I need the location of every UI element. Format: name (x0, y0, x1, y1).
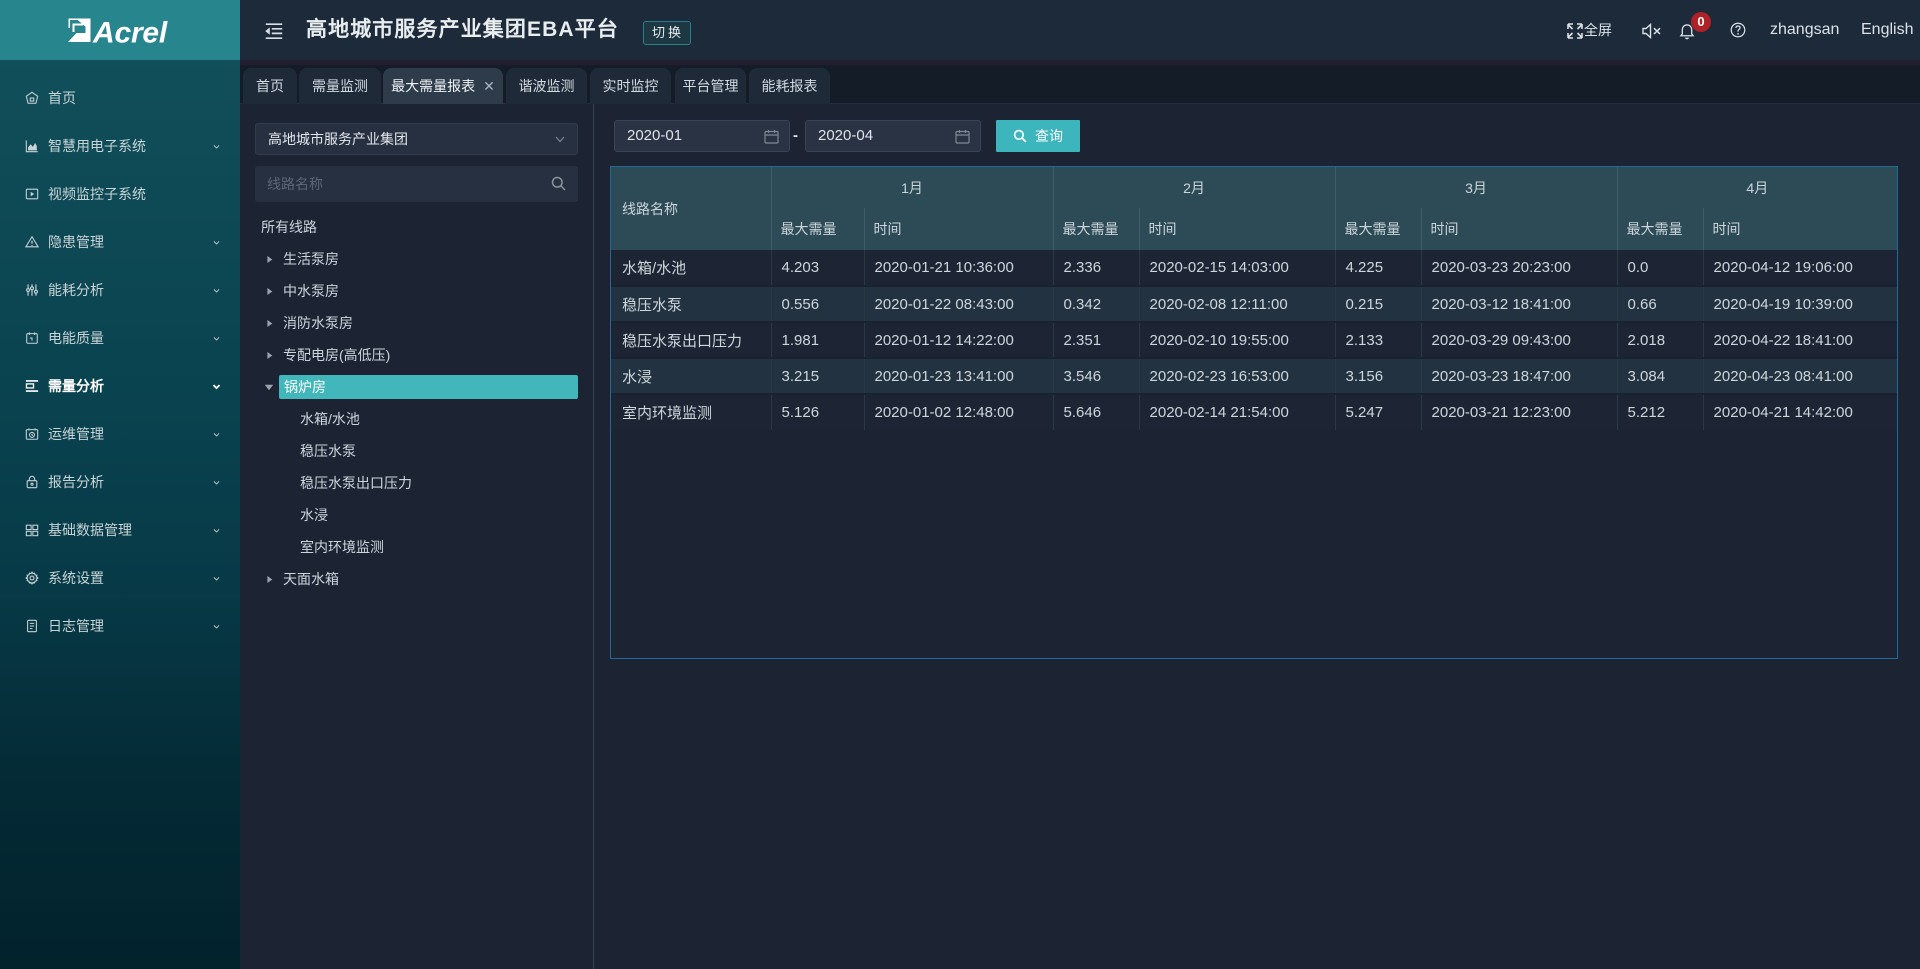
svg-text:Acrel: Acrel (92, 18, 168, 48)
